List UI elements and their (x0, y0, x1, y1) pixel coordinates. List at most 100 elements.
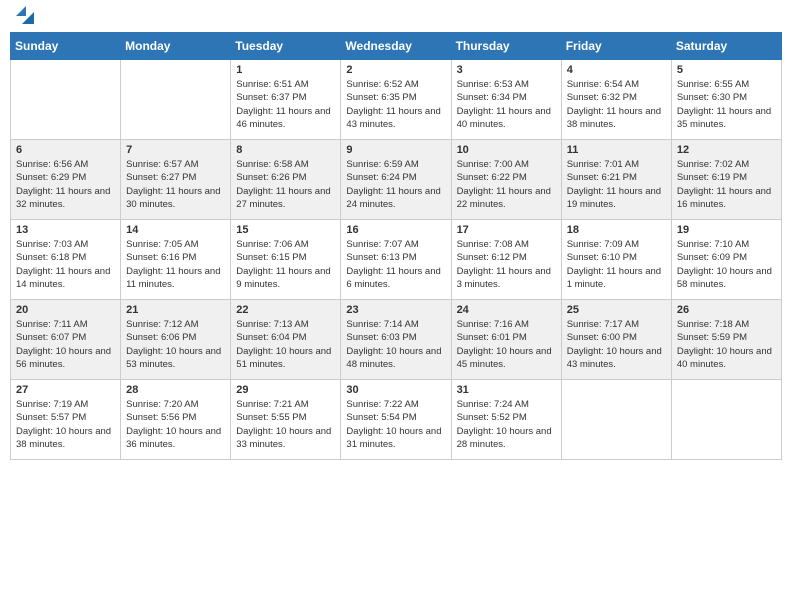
day-number: 18 (567, 224, 666, 236)
day-number: 8 (236, 144, 335, 156)
calendar-cell (11, 60, 121, 140)
week-row-5: 27 Sunrise: 7:19 AM Sunset: 5:57 PM Dayli… (11, 380, 782, 460)
week-row-3: 13 Sunrise: 7:03 AM Sunset: 6:18 PM Dayli… (11, 220, 782, 300)
day-number: 9 (346, 144, 445, 156)
day-number: 4 (567, 64, 666, 76)
day-number: 27 (16, 384, 115, 396)
cell-content: Sunrise: 6:59 AM Sunset: 6:24 PM Dayligh… (346, 158, 445, 211)
cell-content: Sunrise: 6:58 AM Sunset: 6:26 PM Dayligh… (236, 158, 335, 211)
day-number: 26 (677, 304, 776, 316)
cell-content: Sunrise: 7:14 AM Sunset: 6:03 PM Dayligh… (346, 318, 445, 371)
calendar-cell (561, 380, 671, 460)
header-friday: Friday (561, 33, 671, 60)
day-number: 3 (457, 64, 556, 76)
calendar-cell: 24 Sunrise: 7:16 AM Sunset: 6:01 PM Dayli… (451, 300, 561, 380)
day-number: 20 (16, 304, 115, 316)
calendar-cell: 26 Sunrise: 7:18 AM Sunset: 5:59 PM Dayli… (671, 300, 781, 380)
calendar-cell: 20Sunrise: 7:11 AM Sunset: 6:07 PM Dayli… (11, 300, 121, 380)
calendar-cell: 19 Sunrise: 7:10 AM Sunset: 6:09 PM Dayli… (671, 220, 781, 300)
day-number: 31 (457, 384, 556, 396)
calendar-cell: 28 Sunrise: 7:20 AM Sunset: 5:56 PM Dayli… (121, 380, 231, 460)
cell-content: Sunrise: 7:01 AM Sunset: 6:21 PM Dayligh… (567, 158, 666, 211)
calendar-cell: 21Sunrise: 7:12 AM Sunset: 6:06 PM Dayli… (121, 300, 231, 380)
calendar-cell (121, 60, 231, 140)
day-number: 24 (457, 304, 556, 316)
calendar-cell: 29 Sunrise: 7:21 AM Sunset: 5:55 PM Dayli… (231, 380, 341, 460)
calendar-cell: 2 Sunrise: 6:52 AM Sunset: 6:35 PM Daylig… (341, 60, 451, 140)
calendar-cell: 15Sunrise: 7:06 AM Sunset: 6:15 PM Dayli… (231, 220, 341, 300)
cell-content: Sunrise: 7:10 AM Sunset: 6:09 PM Dayligh… (677, 238, 776, 291)
header-wednesday: Wednesday (341, 33, 451, 60)
day-number: 13 (16, 224, 115, 236)
day-number: 25 (567, 304, 666, 316)
cell-content: Sunrise: 7:09 AM Sunset: 6:10 PM Dayligh… (567, 238, 666, 291)
cell-content: Sunrise: 6:53 AM Sunset: 6:34 PM Dayligh… (457, 78, 556, 131)
day-number: 2 (346, 64, 445, 76)
header-tuesday: Tuesday (231, 33, 341, 60)
header-row: SundayMondayTuesdayWednesdayThursdayFrid… (11, 33, 782, 60)
cell-content: Sunrise: 7:21 AM Sunset: 5:55 PM Dayligh… (236, 398, 335, 451)
calendar-cell: 5 Sunrise: 6:55 AM Sunset: 6:30 PM Daylig… (671, 60, 781, 140)
calendar-cell: 1Sunrise: 6:51 AM Sunset: 6:37 PM Daylig… (231, 60, 341, 140)
calendar-cell: 27 Sunrise: 7:19 AM Sunset: 5:57 PM Dayli… (11, 380, 121, 460)
cell-content: Sunrise: 6:54 AM Sunset: 6:32 PM Dayligh… (567, 78, 666, 131)
calendar-cell: 23 Sunrise: 7:14 AM Sunset: 6:03 PM Dayli… (341, 300, 451, 380)
cell-content: Sunrise: 7:07 AM Sunset: 6:13 PM Dayligh… (346, 238, 445, 291)
cell-content: Sunrise: 6:51 AM Sunset: 6:37 PM Dayligh… (236, 78, 335, 131)
day-number: 19 (677, 224, 776, 236)
cell-content: Sunrise: 7:12 AM Sunset: 6:06 PM Dayligh… (126, 318, 225, 371)
calendar-cell: 11 Sunrise: 7:01 AM Sunset: 6:21 PM Dayli… (561, 140, 671, 220)
day-number: 22 (236, 304, 335, 316)
cell-content: Sunrise: 7:20 AM Sunset: 5:56 PM Dayligh… (126, 398, 225, 451)
day-number: 7 (126, 144, 225, 156)
day-number: 12 (677, 144, 776, 156)
logo-icon (16, 6, 34, 24)
week-row-4: 20Sunrise: 7:11 AM Sunset: 6:07 PM Dayli… (11, 300, 782, 380)
day-number: 10 (457, 144, 556, 156)
day-number: 5 (677, 64, 776, 76)
calendar-cell: 8 Sunrise: 6:58 AM Sunset: 6:26 PM Daylig… (231, 140, 341, 220)
cell-content: Sunrise: 6:57 AM Sunset: 6:27 PM Dayligh… (126, 158, 225, 211)
cell-content: Sunrise: 7:24 AM Sunset: 5:52 PM Dayligh… (457, 398, 556, 451)
cell-content: Sunrise: 7:03 AM Sunset: 6:18 PM Dayligh… (16, 238, 115, 291)
header-monday: Monday (121, 33, 231, 60)
day-number: 29 (236, 384, 335, 396)
day-number: 14 (126, 224, 225, 236)
calendar-cell: 3 Sunrise: 6:53 AM Sunset: 6:34 PM Daylig… (451, 60, 561, 140)
calendar-cell: 6Sunrise: 6:56 AM Sunset: 6:29 PM Daylig… (11, 140, 121, 220)
calendar-cell (671, 380, 781, 460)
logo (14, 10, 34, 24)
day-number: 30 (346, 384, 445, 396)
header-saturday: Saturday (671, 33, 781, 60)
day-number: 15 (236, 224, 335, 236)
cell-content: Sunrise: 7:08 AM Sunset: 6:12 PM Dayligh… (457, 238, 556, 291)
header-sunday: Sunday (11, 33, 121, 60)
calendar-cell: 16Sunrise: 7:07 AM Sunset: 6:13 PM Dayli… (341, 220, 451, 300)
cell-content: Sunrise: 7:02 AM Sunset: 6:19 PM Dayligh… (677, 158, 776, 211)
cell-content: Sunrise: 7:22 AM Sunset: 5:54 PM Dayligh… (346, 398, 445, 451)
day-number: 6 (16, 144, 115, 156)
week-row-2: 6Sunrise: 6:56 AM Sunset: 6:29 PM Daylig… (11, 140, 782, 220)
calendar-cell: 31 Sunrise: 7:24 AM Sunset: 5:52 PM Dayli… (451, 380, 561, 460)
cell-content: Sunrise: 7:13 AM Sunset: 6:04 PM Dayligh… (236, 318, 335, 371)
cell-content: Sunrise: 7:18 AM Sunset: 5:59 PM Dayligh… (677, 318, 776, 371)
calendar-cell: 12 Sunrise: 7:02 AM Sunset: 6:19 PM Dayli… (671, 140, 781, 220)
day-number: 28 (126, 384, 225, 396)
cell-content: Sunrise: 7:00 AM Sunset: 6:22 PM Dayligh… (457, 158, 556, 211)
page-header (10, 10, 782, 24)
day-number: 11 (567, 144, 666, 156)
cell-content: Sunrise: 7:05 AM Sunset: 6:16 PM Dayligh… (126, 238, 225, 291)
calendar-cell: 10 Sunrise: 7:00 AM Sunset: 6:22 PM Dayli… (451, 140, 561, 220)
week-row-1: 1Sunrise: 6:51 AM Sunset: 6:37 PM Daylig… (11, 60, 782, 140)
calendar-cell: 18 Sunrise: 7:09 AM Sunset: 6:10 PM Dayli… (561, 220, 671, 300)
cell-content: Sunrise: 7:19 AM Sunset: 5:57 PM Dayligh… (16, 398, 115, 451)
cell-content: Sunrise: 6:52 AM Sunset: 6:35 PM Dayligh… (346, 78, 445, 131)
calendar-cell: 13 Sunrise: 7:03 AM Sunset: 6:18 PM Dayli… (11, 220, 121, 300)
calendar-cell: 25Sunrise: 7:17 AM Sunset: 6:00 PM Dayli… (561, 300, 671, 380)
cell-content: Sunrise: 7:16 AM Sunset: 6:01 PM Dayligh… (457, 318, 556, 371)
calendar-table: SundayMondayTuesdayWednesdayThursdayFrid… (10, 32, 782, 460)
calendar-cell: 7 Sunrise: 6:57 AM Sunset: 6:27 PM Daylig… (121, 140, 231, 220)
calendar-cell: 30 Sunrise: 7:22 AM Sunset: 5:54 PM Dayli… (341, 380, 451, 460)
cell-content: Sunrise: 6:55 AM Sunset: 6:30 PM Dayligh… (677, 78, 776, 131)
day-number: 23 (346, 304, 445, 316)
